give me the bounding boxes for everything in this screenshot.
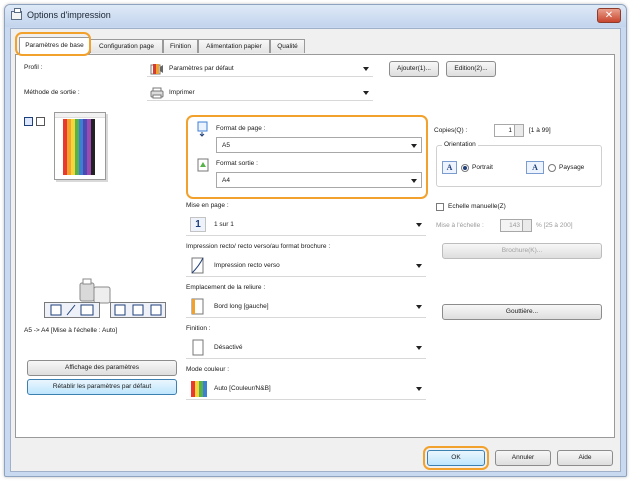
duplex-value: Impression recto verso <box>214 262 280 269</box>
duplex-page-icons <box>44 302 100 318</box>
chevron-down-icon <box>411 179 417 183</box>
color-mode-label: Mode couleur : <box>186 366 229 373</box>
manual-scale-label: Echelle manuelle(Z) <box>448 203 506 210</box>
finishing-label: Finition : <box>186 325 211 332</box>
scale-value: 143 <box>509 222 520 229</box>
binding-icon <box>191 298 204 315</box>
page-preview <box>54 112 106 180</box>
scale-label: Mise à l'échelle : <box>436 222 484 229</box>
preview-caption: A5 -> A4 [Mise à l'échelle : Auto] <box>24 327 118 334</box>
printer-icon <box>150 87 164 99</box>
window-title: Options d'impression <box>27 10 111 20</box>
duplex-icon <box>191 257 204 274</box>
gutter-button[interactable]: Gouttière... <box>442 304 602 320</box>
title-bar[interactable]: Options d'impression ✕ <box>5 5 626 27</box>
manual-scale-checkbox[interactable] <box>436 203 444 211</box>
chevron-down-icon <box>363 67 369 71</box>
cancel-button[interactable]: Annuler <box>495 450 551 466</box>
profile-label: Profil : <box>24 64 43 71</box>
add-profile-button[interactable]: Ajouter(1)... <box>389 61 439 77</box>
booklet-icon <box>114 304 162 316</box>
print-options-window: Options d'impression ✕ Paramètres de bas… <box>4 4 627 477</box>
printer-view-icon[interactable] <box>36 117 45 126</box>
duplex-select[interactable]: Impression recto verso <box>186 255 426 277</box>
portrait-label: Portrait <box>472 164 493 171</box>
binding-page-icons <box>110 302 166 318</box>
show-settings-button[interactable]: Affichage des paramètres <box>27 360 177 376</box>
binding-label: Emplacement de la reliure : <box>186 284 266 291</box>
page-size-select[interactable]: A5 <box>216 137 422 153</box>
restore-defaults-button[interactable]: Rétablir les paramètres par défaut <box>27 379 177 395</box>
binding-value: Bord long [gauche] <box>214 303 269 310</box>
output-size-icon <box>197 158 209 172</box>
portrait-radio[interactable] <box>461 164 469 172</box>
tab-basic-settings[interactable]: Paramètres de base <box>19 37 90 54</box>
portrait-icon: A <box>442 161 457 174</box>
output-method-select[interactable]: Imprimer <box>147 85 373 101</box>
tab-finishing[interactable]: Finition <box>163 39 198 53</box>
chevron-down-icon <box>411 144 417 148</box>
output-method-value: Imprimer <box>169 89 195 96</box>
copies-range: [1 à 99] <box>529 127 551 134</box>
tab-paper-source[interactable]: Alimentation papier <box>198 39 270 53</box>
page-size-label: Format de page : <box>216 125 266 132</box>
output-size-value: A4 <box>222 177 230 184</box>
copies-stepper[interactable]: 1 <box>494 124 524 137</box>
output-method-label: Méthode de sortie : <box>24 89 80 96</box>
copies-value: 1 <box>508 127 512 134</box>
copies-label: Copies(Q) : <box>434 127 468 134</box>
page-view-icon[interactable] <box>24 117 33 126</box>
ok-button[interactable]: OK <box>427 450 485 466</box>
layout-select[interactable]: 1 1 sur 1 <box>186 214 426 236</box>
flip-page-icon <box>50 304 94 316</box>
help-button[interactable]: Aide <box>557 450 613 466</box>
booklet-button[interactable]: Brochure(K)... <box>442 243 602 259</box>
finishing-value: Désactivé <box>214 344 243 351</box>
output-size-label: Format sortie : <box>216 160 258 167</box>
color-mode-value: Auto [Couleur/N&B] <box>214 385 271 392</box>
binding-select[interactable]: Bord long [gauche] <box>186 296 426 318</box>
dialog-client: Paramètres de base Configuration page Fi… <box>10 28 621 472</box>
profile-icon <box>150 64 163 75</box>
chevron-down-icon <box>416 346 422 350</box>
page-size-value: A5 <box>222 142 230 149</box>
page-size-icon <box>197 121 208 137</box>
edit-profile-button[interactable]: Edition(2)... <box>446 61 496 77</box>
scale-stepper[interactable]: 143 <box>500 219 532 232</box>
chevron-down-icon <box>416 387 422 391</box>
tab-quality[interactable]: Qualité <box>270 39 305 53</box>
printer-icon <box>11 8 22 20</box>
landscape-icon: A <box>526 161 544 174</box>
finishing-icon <box>192 339 204 356</box>
tab-panel-basic: Profil : Paramètres par défaut Ajouter(1… <box>15 54 615 438</box>
profile-value: Paramètres par défaut <box>169 65 234 72</box>
layout-badge: 1 <box>190 217 206 232</box>
chevron-down-icon <box>416 223 422 227</box>
profile-select[interactable]: Paramètres par défaut <box>147 61 373 77</box>
landscape-radio[interactable] <box>548 164 556 172</box>
chevron-down-icon <box>416 264 422 268</box>
scale-range: % [25 à 200] <box>536 222 573 229</box>
color-mode-select[interactable]: Auto [Couleur/N&B] <box>186 378 426 400</box>
tab-page-setup[interactable]: Configuration page <box>90 39 163 53</box>
chevron-down-icon <box>363 91 369 95</box>
orientation-label: Orientation <box>442 141 478 148</box>
layout-label: Mise en page : <box>186 202 229 209</box>
spin-arrows-icon[interactable] <box>522 220 531 231</box>
close-button[interactable]: ✕ <box>597 8 621 23</box>
landscape-label: Paysage <box>559 164 585 171</box>
layout-value: 1 sur 1 <box>214 221 234 228</box>
duplex-label: Impression recto/ recto verso/au format … <box>186 243 331 250</box>
spin-arrows-icon[interactable] <box>514 125 523 136</box>
output-size-select[interactable]: A4 <box>216 172 422 188</box>
finishing-select[interactable]: Désactivé <box>186 337 426 359</box>
color-mode-icon <box>191 381 207 397</box>
chevron-down-icon <box>416 305 422 309</box>
